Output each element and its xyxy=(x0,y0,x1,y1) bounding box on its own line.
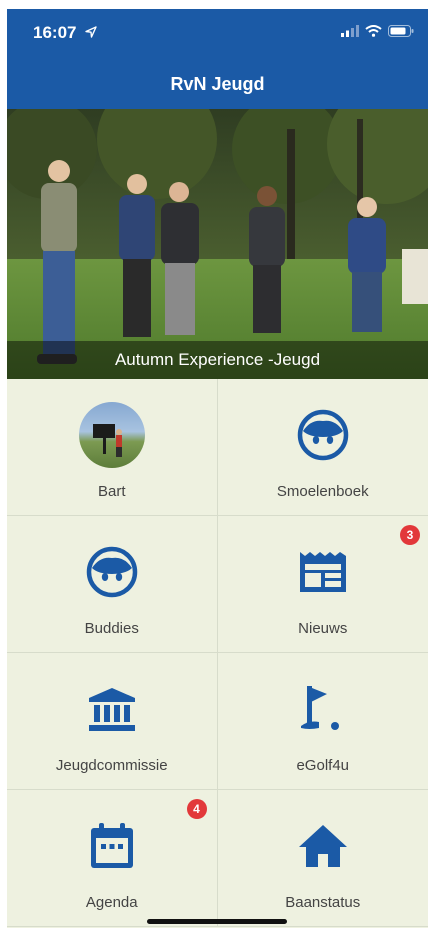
tile-label: Baanstatus xyxy=(285,894,361,911)
tile-label: Agenda xyxy=(85,894,138,911)
status-time: 16:07 xyxy=(33,23,77,42)
avatar-photo xyxy=(92,424,122,457)
tile-label: eGolf4u xyxy=(296,757,350,774)
page-title: RvN Jeugd xyxy=(170,73,265,94)
signal-icon xyxy=(341,25,359,37)
golf-flag-icon xyxy=(300,686,339,730)
tile-label: Nieuws xyxy=(298,620,348,637)
tile-label: Buddies xyxy=(84,620,139,637)
status-bar: 16:07 xyxy=(7,9,428,59)
home-icon xyxy=(298,825,347,867)
calendar-icon xyxy=(90,823,133,868)
tile-baanstatus[interactable]: Baanstatus xyxy=(217,790,428,927)
tile-agenda[interactable]: 4 Agenda xyxy=(7,790,218,927)
tile-label: Smoelenboek xyxy=(276,483,369,500)
app-screen: 16:07 RvN Jeugd Autumn Experience -Jeugd… xyxy=(7,9,428,928)
location-arrow-icon xyxy=(85,26,97,38)
system-icons xyxy=(341,25,414,37)
tile-buddies[interactable]: Buddies xyxy=(7,516,218,653)
tile-label: Jeugdcommissie xyxy=(55,757,168,774)
hero-caption: Autumn Experience -Jeugd xyxy=(7,341,428,379)
tile-smoelenboek[interactable]: Smoelenboek xyxy=(217,379,428,516)
notification-badge: 4 xyxy=(186,799,207,819)
tile-bart[interactable]: Bart xyxy=(7,379,218,516)
hero-banner[interactable]: Autumn Experience -Jeugd xyxy=(7,109,428,379)
battery-icon xyxy=(388,25,414,37)
hero-photo xyxy=(7,109,428,379)
navigation-bar: RvN Jeugd xyxy=(7,59,428,109)
face-icon xyxy=(297,409,348,461)
tile-label: Bart xyxy=(97,483,126,500)
tile-egolf4u[interactable]: eGolf4u xyxy=(217,653,428,790)
home-indicator[interactable] xyxy=(147,919,287,924)
institution-icon xyxy=(88,688,135,731)
tile-nieuws[interactable]: 3 Nieuws xyxy=(217,516,428,653)
newspaper-icon xyxy=(299,552,346,592)
face-icon xyxy=(86,546,137,598)
tile-jeugdcommissie[interactable]: Jeugdcommissie xyxy=(7,653,218,790)
avatar xyxy=(78,402,145,468)
menu-grid: Bart Smoelenboek Buddies 3 Nieuws Jeugdc… xyxy=(7,379,428,928)
notification-badge: 3 xyxy=(400,525,420,545)
wifi-icon xyxy=(365,25,382,37)
